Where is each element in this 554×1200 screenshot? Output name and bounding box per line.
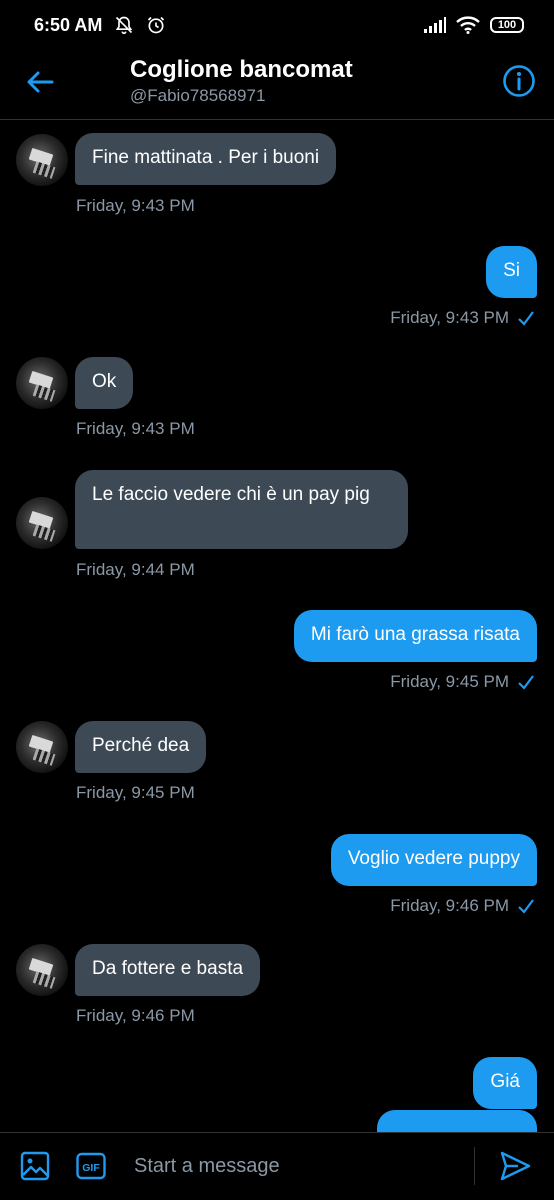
incoming-message-bubble[interactable]: Fine mattinata . Per i buoni: [75, 133, 337, 185]
avatar[interactable]: [16, 134, 68, 186]
message-timestamp: Friday, 9:46 PM: [390, 896, 509, 915]
outgoing-message-bubble-partial[interactable]: [377, 1110, 537, 1132]
conversation-handle: @Fabio78568971: [130, 86, 266, 105]
message-timestamp: Friday, 9:46 PM: [76, 1006, 195, 1025]
message-status: Friday, 9:45 PM: [390, 672, 535, 692]
avatar[interactable]: [16, 497, 68, 549]
message-status: Friday, 9:43 PM: [390, 308, 535, 328]
outgoing-message-bubble[interactable]: Voglio vedere puppy: [330, 834, 537, 886]
send-icon[interactable]: [498, 1149, 532, 1183]
message-timestamp: Friday, 9:43 PM: [76, 419, 195, 438]
image-icon[interactable]: [20, 1151, 50, 1181]
info-icon[interactable]: [502, 64, 536, 98]
battery-level: 100: [497, 19, 517, 31]
message-composer: GIF: [0, 1132, 554, 1200]
back-arrow-icon[interactable]: [24, 66, 56, 98]
outgoing-message-bubble[interactable]: Si: [486, 246, 537, 298]
check-icon: [518, 899, 534, 914]
avatar[interactable]: [16, 944, 68, 996]
gif-label: GIF: [82, 1162, 100, 1174]
message-timestamp: Friday, 9:43 PM: [76, 196, 195, 215]
avatar[interactable]: [16, 721, 68, 773]
message-list[interactable]: Fine mattinata . Per i buoni Friday, 9:4…: [0, 120, 554, 1132]
incoming-message-bubble[interactable]: Da fottere e basta: [75, 944, 261, 996]
avatar[interactable]: [16, 357, 68, 409]
message-timestamp: Friday, 9:45 PM: [390, 672, 509, 691]
signal-icon: [424, 17, 446, 33]
message-input[interactable]: [132, 1145, 466, 1187]
incoming-message-bubble[interactable]: Perché dea: [75, 721, 207, 773]
outgoing-message-bubble[interactable]: Mi farò una grassa risata: [293, 610, 537, 662]
mute-bell-icon: [116, 16, 133, 35]
battery-icon: 100: [490, 17, 524, 33]
message-status: Friday, 9:46 PM: [390, 896, 535, 916]
outgoing-message-bubble[interactable]: Giá: [473, 1057, 537, 1109]
check-icon: [518, 311, 534, 326]
incoming-message-bubble[interactable]: Ok: [75, 357, 134, 409]
status-bar: 6:50 AM 100: [0, 0, 554, 50]
composer-divider: [474, 1147, 475, 1185]
dm-screen: 6:50 AM 100 Coglione bancomat @Fabio7856…: [0, 0, 554, 1200]
incoming-message-bubble[interactable]: Le faccio vedere chi è un pay pig: [75, 470, 408, 549]
message-timestamp: Friday, 9:44 PM: [76, 560, 195, 579]
message-timestamp: Friday, 9:43 PM: [390, 308, 509, 327]
conversation-title[interactable]: Coglione bancomat: [130, 56, 353, 84]
wifi-icon: [456, 16, 480, 34]
gif-icon[interactable]: GIF: [76, 1151, 106, 1181]
check-icon: [518, 675, 534, 690]
alarm-icon: [148, 16, 165, 34]
status-time: 6:50 AM: [34, 14, 103, 35]
conversation-header: Coglione bancomat @Fabio78568971: [0, 50, 554, 120]
message-timestamp: Friday, 9:45 PM: [76, 783, 195, 802]
